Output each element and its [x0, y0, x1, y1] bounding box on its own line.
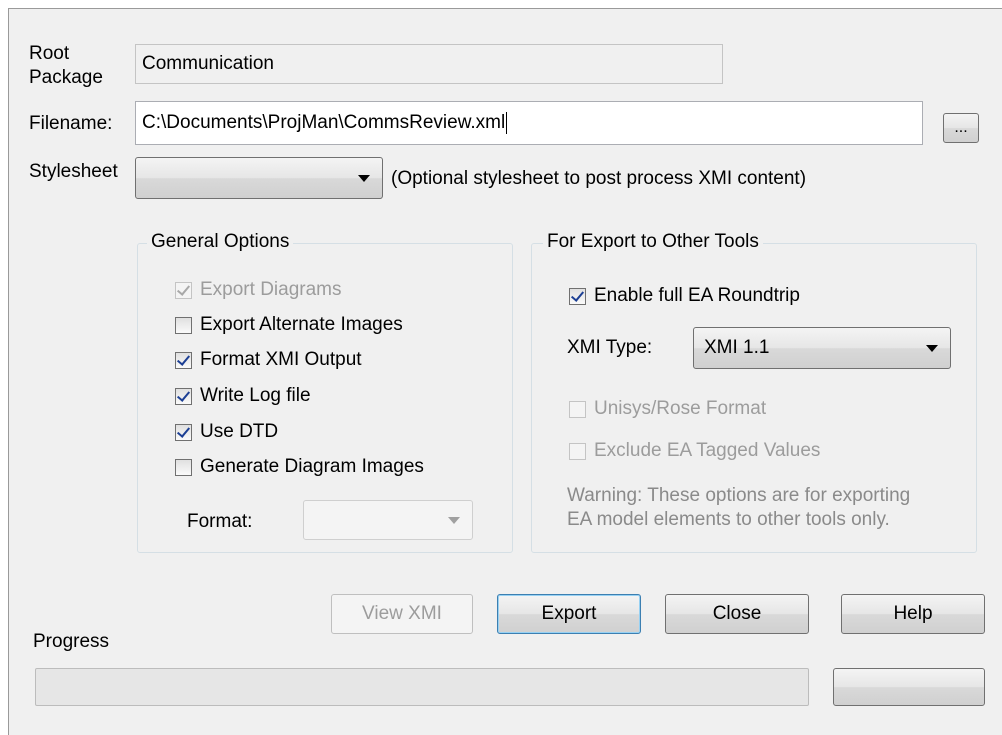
checkbox-checked-icon — [175, 281, 192, 299]
checkbox-checked-icon — [175, 351, 192, 369]
root-package-field: Communication — [135, 44, 723, 84]
browse-button-label: ... — [954, 119, 968, 136]
unisys-rose-format-checkbox[interactable]: Unisys/Rose Format — [569, 398, 766, 420]
help-button[interactable]: Help — [841, 594, 985, 634]
general-options-title: General Options — [147, 231, 294, 253]
text-caret — [506, 112, 508, 134]
generate-diagram-images-checkbox[interactable]: Generate Diagram Images — [175, 456, 424, 478]
view-xmi-button-label: View XMI — [362, 603, 442, 624]
checkbox-unchecked-icon — [569, 400, 586, 418]
format-select[interactable] — [303, 500, 473, 540]
checkbox-unchecked-icon — [175, 458, 192, 476]
filename-input[interactable]: C:\Documents\ProjMan\CommsReview.xml — [135, 101, 923, 145]
checkbox-checked-icon — [175, 423, 192, 441]
filename-label: Filename: — [29, 113, 113, 134]
write-log-file-label: Write Log file — [200, 385, 311, 406]
export-alternate-images-label: Export Alternate Images — [200, 314, 403, 335]
checkbox-unchecked-icon — [569, 442, 586, 460]
close-button-label: Close — [712, 603, 762, 624]
progress-label: Progress — [33, 631, 110, 652]
export-button[interactable]: Export — [497, 594, 641, 634]
format-xmi-output-checkbox[interactable]: Format XMI Output — [175, 349, 362, 371]
use-dtd-checkbox[interactable]: Use DTD — [175, 421, 278, 443]
export-other-tools-title: For Export to Other Tools — [543, 231, 763, 253]
filename-value: C:\Documents\ProjMan\CommsReview.xml — [142, 112, 506, 133]
exclude-tagged-values-label: Exclude EA Tagged Values — [594, 440, 821, 461]
export-diagrams-label: Export Diagrams — [200, 279, 342, 300]
export-button-label: Export — [541, 603, 597, 624]
root-package-value: Communication — [142, 53, 274, 74]
write-log-file-checkbox[interactable]: Write Log file — [175, 385, 311, 407]
chevron-down-icon — [448, 517, 460, 524]
warning-text-line1: Warning: These options are for exporting — [567, 485, 911, 506]
enable-full-roundtrip-checkbox[interactable]: Enable full EA Roundtrip — [569, 285, 800, 307]
unisys-rose-format-label: Unisys/Rose Format — [594, 398, 767, 419]
export-diagrams-checkbox[interactable]: Export Diagrams — [175, 279, 342, 301]
help-button-label: Help — [893, 603, 933, 624]
enable-full-roundtrip-label: Enable full EA Roundtrip — [594, 285, 800, 306]
checkbox-unchecked-icon — [175, 316, 192, 334]
xmi-type-label: XMI Type: — [567, 337, 653, 358]
export-alternate-images-checkbox[interactable]: Export Alternate Images — [175, 314, 403, 336]
format-label: Format: — [187, 511, 253, 532]
xmi-type-select[interactable]: XMI 1.1 — [693, 327, 951, 369]
progress-bar — [35, 668, 809, 706]
chevron-down-icon — [358, 175, 370, 182]
stylesheet-select[interactable] — [135, 157, 383, 199]
stylesheet-hint: (Optional stylesheet to post process XMI… — [391, 168, 807, 189]
chevron-down-icon — [926, 345, 938, 352]
generate-diagram-images-label: Generate Diagram Images — [200, 456, 424, 477]
exclude-tagged-values-checkbox[interactable]: Exclude EA Tagged Values — [569, 440, 820, 462]
view-xmi-button[interactable]: View XMI — [331, 594, 473, 634]
warning-text-line2: EA model elements to other tools only. — [567, 509, 890, 530]
browse-button[interactable]: ... — [943, 113, 979, 143]
close-button[interactable]: Close — [665, 594, 809, 634]
checkbox-checked-icon — [175, 387, 192, 405]
progress-cancel-button[interactable] — [833, 668, 985, 706]
root-package-label-line1: Root — [29, 43, 70, 64]
stylesheet-label: Stylesheet — [29, 161, 118, 182]
use-dtd-label: Use DTD — [200, 421, 279, 442]
root-package-label-line2: Package — [29, 67, 103, 88]
format-xmi-output-label: Format XMI Output — [200, 349, 362, 370]
checkbox-checked-icon — [569, 287, 586, 305]
xmi-export-dialog: Root Package Communication Filename: C:\… — [8, 8, 1002, 735]
xmi-type-select-value: XMI 1.1 — [704, 337, 770, 358]
